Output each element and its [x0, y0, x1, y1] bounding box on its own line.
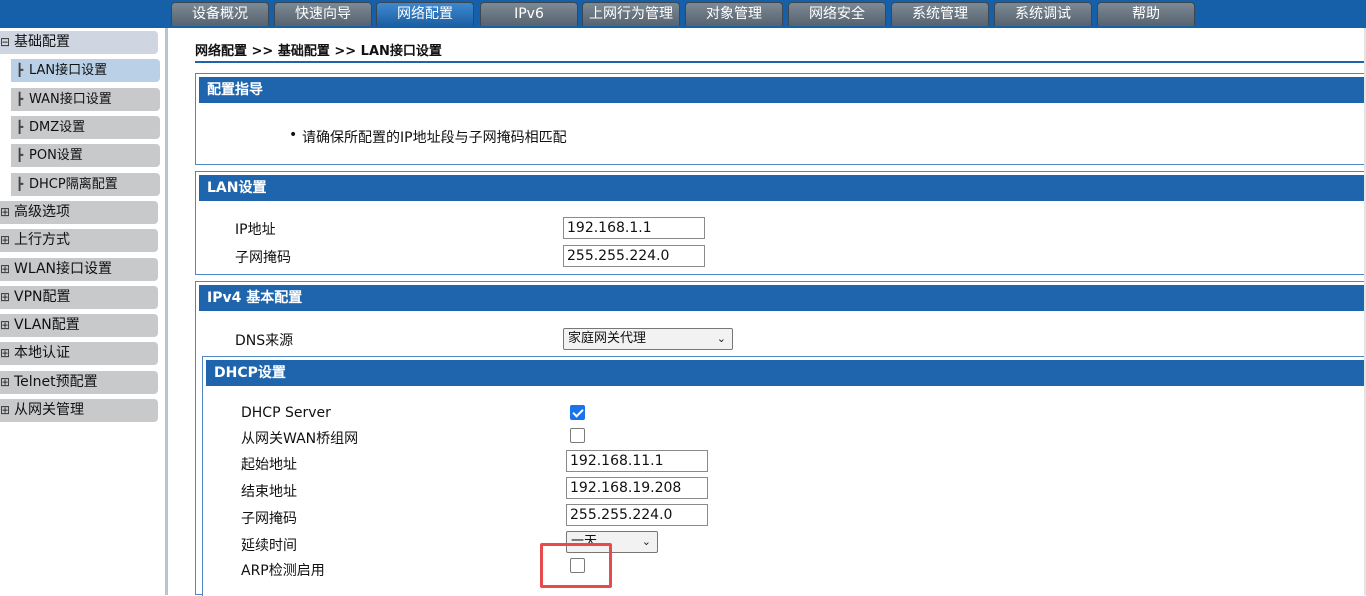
expand-icon: ⊞: [0, 403, 11, 417]
arp-detection-label: ARP检测启用: [241, 563, 325, 579]
expand-icon: ⊞: [0, 290, 11, 304]
sidebar-item-lan-interface[interactable]: ┣ LAN接口设置: [11, 59, 160, 82]
dhcp-settings-panel: DHCP设置 DHCP Server 从网关WAN桥组网 起始地址 192.16…: [202, 356, 1366, 596]
config-guide-title: 配置指导: [199, 77, 1366, 103]
sidebar-item-label: PON设置: [29, 148, 83, 163]
lan-settings-panel: LAN设置 IP地址 192.168.1.1 子网掩码 255.255.224.…: [195, 171, 1366, 275]
start-address-input[interactable]: 192.168.11.1: [566, 450, 708, 472]
sidebar-item-label: LAN接口设置: [29, 63, 108, 78]
dns-source-select[interactable]: 家庭网关代理 ⌄: [563, 328, 733, 350]
ipv4-config-panel: IPv4 基本配置 DNS来源 家庭网关代理 ⌄ DHCP设置 DHCP Ser…: [195, 281, 1366, 596]
sidebar-group-label: Telnet预配置: [14, 374, 98, 390]
sidebar-group-wlan[interactable]: ⊞ WLAN接口设置: [0, 258, 158, 281]
tree-branch-icon: ┣: [16, 63, 24, 77]
tree-branch-icon: ┣: [16, 177, 24, 191]
config-guide-panel: 配置指导 • 请确保所配置的IP地址段与子网掩码相匹配: [195, 73, 1366, 165]
sidebar-group-label: WLAN接口设置: [14, 261, 113, 277]
expand-icon: ⊞: [0, 318, 11, 332]
sidebar-item-wan-interface[interactable]: ┣ WAN接口设置: [11, 88, 160, 111]
sidebar-group-slave-gateway[interactable]: ⊞ 从网关管理: [0, 399, 158, 422]
collapse-icon: ⊟: [0, 35, 11, 49]
dns-source-label: DNS来源: [235, 333, 294, 349]
tree-branch-icon: ┣: [16, 120, 24, 134]
sidebar-item-dmz[interactable]: ┣ DMZ设置: [11, 116, 160, 139]
expand-icon: ⊞: [0, 233, 11, 247]
tree-branch-icon: ┣: [16, 92, 24, 106]
end-address-label: 结束地址: [241, 484, 297, 500]
highlight-box: [540, 543, 612, 588]
sidebar-group-advanced[interactable]: ⊞ 高级选项: [0, 201, 158, 224]
expand-icon: ⊞: [0, 375, 11, 389]
end-address-input[interactable]: 192.168.19.208: [566, 477, 708, 499]
sidebar-group-vpn[interactable]: ⊞ VPN配置: [0, 286, 158, 309]
tab-system-management[interactable]: 系统管理: [891, 2, 989, 26]
lease-time-label: 延续时间: [241, 538, 297, 554]
dhcp-subnet-mask-input[interactable]: 255.255.224.0: [566, 504, 708, 526]
ip-address-input[interactable]: 192.168.1.1: [563, 217, 705, 239]
subnet-mask-input[interactable]: 255.255.224.0: [563, 245, 705, 267]
bridge-network-checkbox[interactable]: [570, 428, 585, 443]
chevron-down-icon: ⌄: [716, 332, 726, 345]
bridge-network-label: 从网关WAN桥组网: [241, 431, 359, 447]
chevron-down-icon: ⌄: [641, 535, 651, 548]
config-guide-text: 请确保所配置的IP地址段与子网掩码相匹配: [302, 130, 567, 146]
dhcp-server-label: DHCP Server: [241, 405, 331, 421]
tab-quick-wizard[interactable]: 快速向导: [274, 2, 372, 26]
sidebar-item-label: DHCP隔离配置: [29, 177, 118, 192]
expand-icon: ⊞: [0, 262, 11, 276]
sidebar-item-label: WAN接口设置: [29, 92, 112, 107]
tab-device-overview[interactable]: 设备概况: [171, 2, 269, 26]
tab-ipv6[interactable]: IPv6: [480, 2, 578, 26]
tab-internet-behavior[interactable]: 上网行为管理: [582, 2, 680, 26]
tab-system-debug[interactable]: 系统调试: [994, 2, 1092, 26]
start-address-label: 起始地址: [241, 457, 297, 473]
breadcrumb: 网络配置 >> 基础配置 >> LAN接口设置: [195, 44, 442, 59]
sidebar-group-local-auth[interactable]: ⊞ 本地认证: [0, 342, 158, 365]
sidebar-group-label: 本地认证: [14, 345, 70, 361]
tab-object-management[interactable]: 对象管理: [685, 2, 783, 26]
ipv4-config-title: IPv4 基本配置: [199, 285, 1366, 311]
tab-network-config[interactable]: 网络配置: [376, 2, 474, 26]
top-navigation-bar: 设备概况 快速向导 网络配置 IPv6 上网行为管理 对象管理 网络安全 系统管…: [0, 0, 1366, 28]
dhcp-settings-title: DHCP设置: [206, 360, 1366, 386]
dhcp-subnet-mask-label: 子网掩码: [241, 511, 297, 527]
tab-network-security[interactable]: 网络安全: [788, 2, 886, 26]
sidebar-group-label: VPN配置: [14, 289, 71, 305]
sidebar-group-basic-config[interactable]: ⊟ 基础配置: [0, 31, 158, 54]
tree-branch-icon: ┣: [16, 148, 24, 162]
subnet-mask-label: 子网掩码: [235, 250, 291, 266]
ip-address-label: IP地址: [235, 222, 276, 238]
dhcp-server-checkbox[interactable]: [570, 405, 585, 420]
bullet-icon: •: [289, 127, 298, 143]
sidebar-item-dhcp-isolation[interactable]: ┣ DHCP隔离配置: [11, 173, 160, 196]
breadcrumb-divider: [195, 61, 1366, 63]
expand-icon: ⊞: [0, 346, 11, 360]
tab-help[interactable]: 帮助: [1097, 2, 1195, 26]
sidebar-group-label: 上行方式: [14, 232, 70, 248]
sidebar-group-vlan[interactable]: ⊞ VLAN配置: [0, 314, 158, 337]
sidebar-group-label: 从网关管理: [14, 402, 84, 418]
expand-icon: ⊞: [0, 205, 11, 219]
sidebar-group-label: 基础配置: [14, 34, 70, 50]
dns-source-value: 家庭网关代理: [568, 331, 647, 346]
sidebar-group-label: 高级选项: [14, 204, 70, 220]
sidebar-group-uplink[interactable]: ⊞ 上行方式: [0, 229, 158, 252]
sidebar-item-pon[interactable]: ┣ PON设置: [11, 144, 160, 167]
sidebar-item-label: DMZ设置: [29, 120, 86, 135]
sidebar-menu: ⊟ 基础配置 ┣ LAN接口设置 ┣ WAN接口设置 ┣ DMZ设置 ┣ PON设置 ┣ D…: [0, 28, 168, 595]
sidebar-group-telnet[interactable]: ⊞ Telnet预配置: [0, 371, 158, 394]
lan-settings-title: LAN设置: [199, 175, 1366, 201]
sidebar-group-label: VLAN配置: [14, 317, 80, 333]
